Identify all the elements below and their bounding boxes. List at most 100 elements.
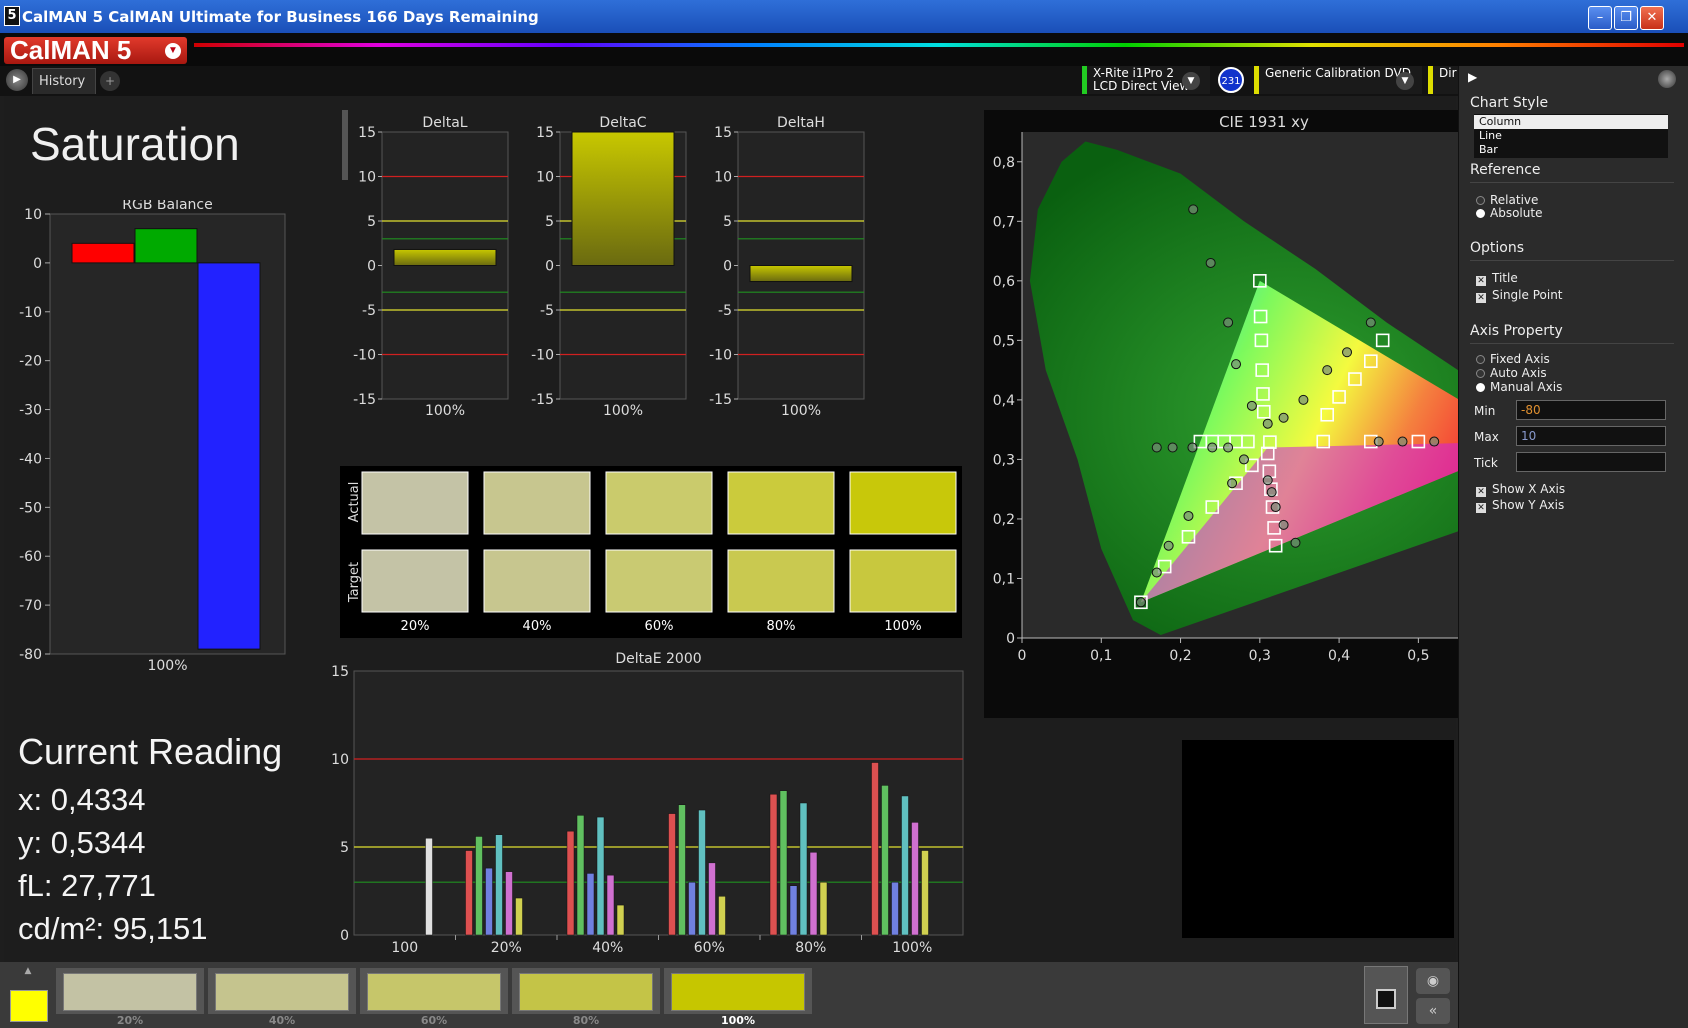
reference-absolute-radio[interactable]: Absolute [1476,206,1542,220]
delta-charts: DeltaL 15 10 5 0 -5 -10 -15 100% DeltaC 15 10 5 0 -5 -1… [342,110,865,419]
chart-title: DeltaH [777,115,825,131]
show-y-axis-checkbox[interactable]: ✕ Show Y Axis [1476,498,1564,513]
add-tab-button[interactable]: + [100,71,120,91]
close-button[interactable]: ✕ [1640,6,1664,30]
window-title-bar: 5 CalMAN 5 CalMAN Ultimate for Business … [0,0,1688,33]
panel-toggle-icon[interactable]: ▶ [1468,70,1477,84]
patch-button[interactable] [56,968,204,1014]
deltae-bar [515,897,523,936]
preview-box [1182,740,1454,938]
cie-1931-chart: CIE 1931 xy 0 0,1 0,2 0,3 0,4 0,5 0 0,1 0,2 0,3 0,4… [984,110,1458,718]
measured-point [1278,412,1289,423]
y-tick-label: -5 [362,303,376,319]
display-selector[interactable]: Dir [1428,66,1458,94]
y-tick-label: -15 [709,392,732,408]
play-icon[interactable]: ▶ [6,69,28,91]
current-color-swatch [10,990,48,1022]
x-tick-label: 100% [603,403,643,419]
measured-point [1227,478,1238,489]
axis-manual-radio[interactable]: Manual Axis [1476,380,1562,394]
show-y-axis-label: Show Y Axis [1492,498,1565,512]
y-tick-label: 0,5 [993,333,1015,349]
y-tick-label: -10 [353,348,376,364]
reference-relative-radio[interactable]: Relative [1476,193,1538,207]
option-single-point-checkbox[interactable]: ✕ Single Point [1476,288,1563,303]
deltae-bar [911,822,919,936]
y-tick-label: -20 [19,354,42,370]
x-tick-label: 20% [491,940,522,956]
reference-absolute-label: Absolute [1490,206,1543,220]
patch-label: 20% [116,1014,144,1027]
tick-input[interactable] [1516,452,1666,472]
measured-point [1231,359,1242,370]
reading-fl: fL: 27,771 [18,868,156,903]
y-tick-label: 0 [1006,631,1015,647]
deltae-bar [475,836,483,936]
target-swatch [849,549,957,613]
radio-icon [1476,196,1485,205]
tab-history[interactable]: History 1 [32,68,96,115]
chart-style-list[interactable]: Column Line Bar [1474,114,1668,158]
rgb-bar [71,242,135,264]
y-tick-label: -70 [19,598,42,614]
axis-auto-radio[interactable]: Auto Axis [1476,366,1547,380]
patch-button[interactable] [512,968,660,1014]
patch-label: 60% [420,1014,448,1027]
chevron-down-icon[interactable]: ▼ [1396,72,1414,90]
chart-style-column[interactable]: Column [1474,115,1668,129]
measured-point [1205,257,1216,268]
deltae-bar [871,762,879,936]
chart-style-bar[interactable]: Bar [1474,143,1668,157]
minimize-button[interactable]: – [1588,6,1612,30]
y-tick-label: -10 [531,348,554,364]
measured-point [1373,436,1384,447]
stop-button[interactable] [1364,966,1408,1024]
deltae-bar [425,837,433,936]
x-tick-label: 0,5 [1407,648,1429,664]
y-tick-label: 0 [367,259,376,275]
patch-button[interactable] [360,968,508,1014]
target-swatch [361,549,469,613]
options-header: Options [1470,240,1525,256]
y-tick-label: -10 [709,348,732,364]
target-swatch [483,549,591,613]
option-title-label: Title [1492,271,1518,285]
swatch-label: 80% [767,619,796,634]
checkbox-checked-icon: ✕ [1476,293,1486,303]
collapse-panel-icon[interactable]: « [1416,998,1450,1024]
maximize-button[interactable]: ❐ [1614,6,1638,30]
reading-x: x: 0,4334 [18,782,146,817]
calman-menu-button[interactable]: CalMAN 5 ▼ [4,37,187,64]
option-title-checkbox[interactable]: ✕ Title [1476,271,1518,286]
measured-point [1298,394,1309,405]
patch-button[interactable] [208,968,356,1014]
rgb-balance-chart: RGB Balance 10 0 -10 -20 -30 -40 -50 -60 -70 -80 10… [19,200,286,674]
y-tick-label: 5 [367,214,376,230]
min-input[interactable]: -80 [1516,400,1666,420]
expand-up-icon[interactable]: ▲ [20,966,36,976]
patch-button[interactable] [664,968,812,1014]
show-x-axis-checkbox[interactable]: ✕ Show X Axis [1476,482,1565,497]
measured-point [1238,454,1249,465]
measured-point [1429,436,1440,447]
x-tick-label: 40% [592,940,623,956]
x-tick-label: 100 [391,940,418,956]
deltae-bar [901,795,909,936]
chart-title: RGB Balance [122,200,212,213]
y-tick-label: 0 [33,256,42,272]
pin-icon[interactable] [1658,70,1676,88]
scroll-handle [342,110,348,180]
record-icon[interactable]: ◉ [1416,968,1450,994]
chevron-down-icon[interactable]: ▼ [1182,72,1200,90]
delta-bar [393,248,497,266]
delta-bar [749,265,853,283]
y-tick-label: -15 [531,392,554,408]
axis-fixed-radio[interactable]: Fixed Axis [1476,352,1550,366]
y-tick-label: -15 [353,392,376,408]
y-tick-label: 0,7 [993,214,1015,230]
device-badge[interactable]: 231 [1218,67,1244,93]
x-tick-label: 0 [1018,648,1027,664]
y-tick-label: 0,8 [993,155,1015,171]
max-input[interactable]: 10 [1516,426,1666,446]
chart-style-line[interactable]: Line [1474,129,1668,143]
